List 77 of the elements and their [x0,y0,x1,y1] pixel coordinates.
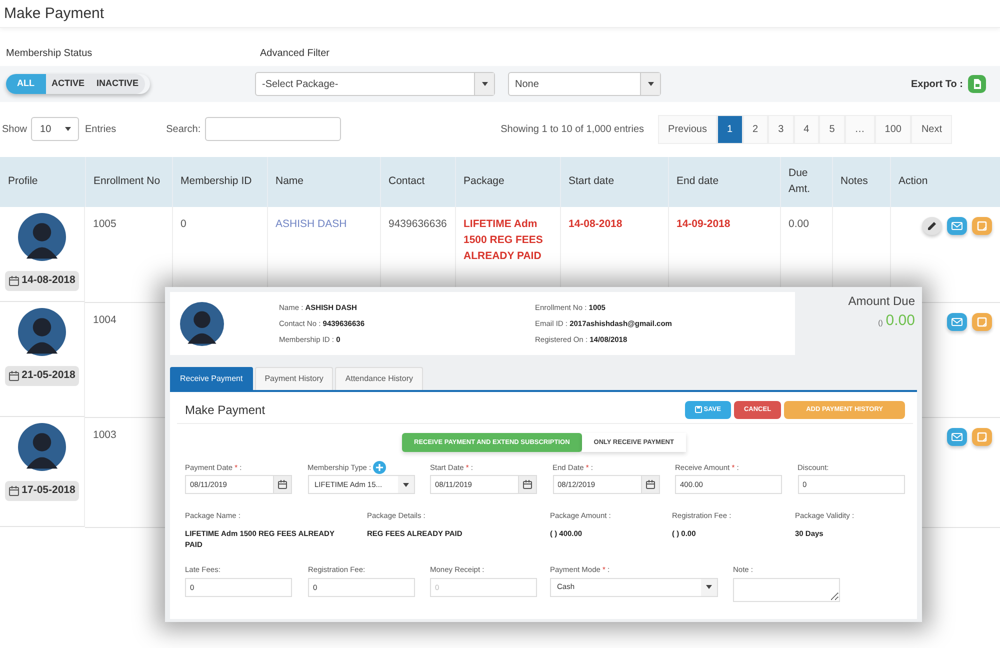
table-cell: 0 [180,218,186,230]
table-cell: 1003 [93,428,116,440]
spreadsheet-icon[interactable] [968,75,986,93]
section-title: Make Payment [185,402,266,418]
column-header: Enrollment No [85,157,172,207]
caret-icon [480,81,488,87]
table-cell: 1004 [93,314,116,326]
column-header: Due Amt. [780,157,832,207]
calendar-icon [8,486,19,496]
avatar [18,423,66,471]
avatar [18,213,66,261]
column-header: Package [455,157,560,207]
status-toggle[interactable]: INACTIVE [90,74,145,94]
column-header: Profile [0,157,85,207]
filter-select[interactable]: None [508,72,661,96]
calendar-icon [8,276,19,286]
avatar [18,308,66,356]
join-date: 17-05-2018 [22,483,76,498]
filter-label: Advanced Filter [260,46,330,60]
caret-icon [705,584,713,590]
page-title: Make Payment [4,4,106,24]
note-field[interactable] [733,578,840,602]
caret-icon [646,81,654,87]
add-icon[interactable] [373,461,386,474]
note-icon[interactable] [972,217,992,235]
page-link[interactable]: 1 [716,114,743,144]
page-link[interactable]: Next [911,114,952,144]
mail-icon[interactable] [946,428,966,446]
page-link[interactable]: 100 [874,114,912,144]
entries-select[interactable]: 10 [31,117,80,141]
table-cell: 9439636636 [388,218,447,230]
mail-icon[interactable] [946,312,966,330]
status-toggle[interactable]: ACTIVE [46,74,91,94]
column-header: Membership ID [172,157,267,207]
join-date: 21-05-2018 [22,368,76,383]
member-name-link[interactable]: ASHISH DASH [276,218,347,230]
page-link[interactable]: 3 [768,114,794,144]
filter-label: Membership Status [6,46,94,60]
table-cell: LIFETIME Adm 1500 REG FEES ALREADY PAID [464,218,543,262]
join-date: 14-08-2018 [22,273,76,288]
tab[interactable]: Attendance History [335,367,423,390]
save-icon [694,406,702,413]
entries-label: Entries [85,122,116,136]
caret-icon [402,482,410,488]
column-header: Notes [832,157,890,207]
amount-due-label: Amount Due [847,293,915,310]
mail-icon[interactable] [946,217,966,235]
column-header: Name [267,157,380,207]
page-link[interactable]: Previous [658,114,717,144]
calendar-icon [278,480,287,489]
note-icon[interactable] [972,312,992,330]
column-header: Start date [560,157,668,207]
search-label: Search: [166,122,201,136]
page-link[interactable]: 4 [794,114,820,144]
page-link[interactable]: … [844,114,875,144]
calendar-icon [8,370,19,381]
tab[interactable]: Receive Payment [170,367,253,390]
show-label: Show [2,122,28,136]
column-header: Action [890,157,1000,207]
search-field[interactable] [204,117,341,141]
package-select[interactable]: -Select Package- [255,72,495,96]
entries-info: Showing 1 to 10 of 1,000 entries [500,122,644,136]
tab[interactable]: Payment History [254,367,334,390]
column-header: Contact [380,157,455,207]
table-cell: 1005 [93,218,116,230]
note-icon[interactable] [972,428,992,446]
edit-icon[interactable] [922,217,942,235]
caret-icon [64,126,72,132]
table-cell: 14-08-2018 [568,218,622,230]
export-label: Export To : [910,78,963,92]
calendar-icon [523,480,532,489]
page-link[interactable]: 5 [819,114,845,144]
table-cell: 0.00 [788,218,809,230]
column-header: End date [668,157,780,207]
table-cell: 14-09-2018 [676,218,730,230]
page-link[interactable]: 2 [742,114,768,144]
calendar-icon [646,480,654,489]
